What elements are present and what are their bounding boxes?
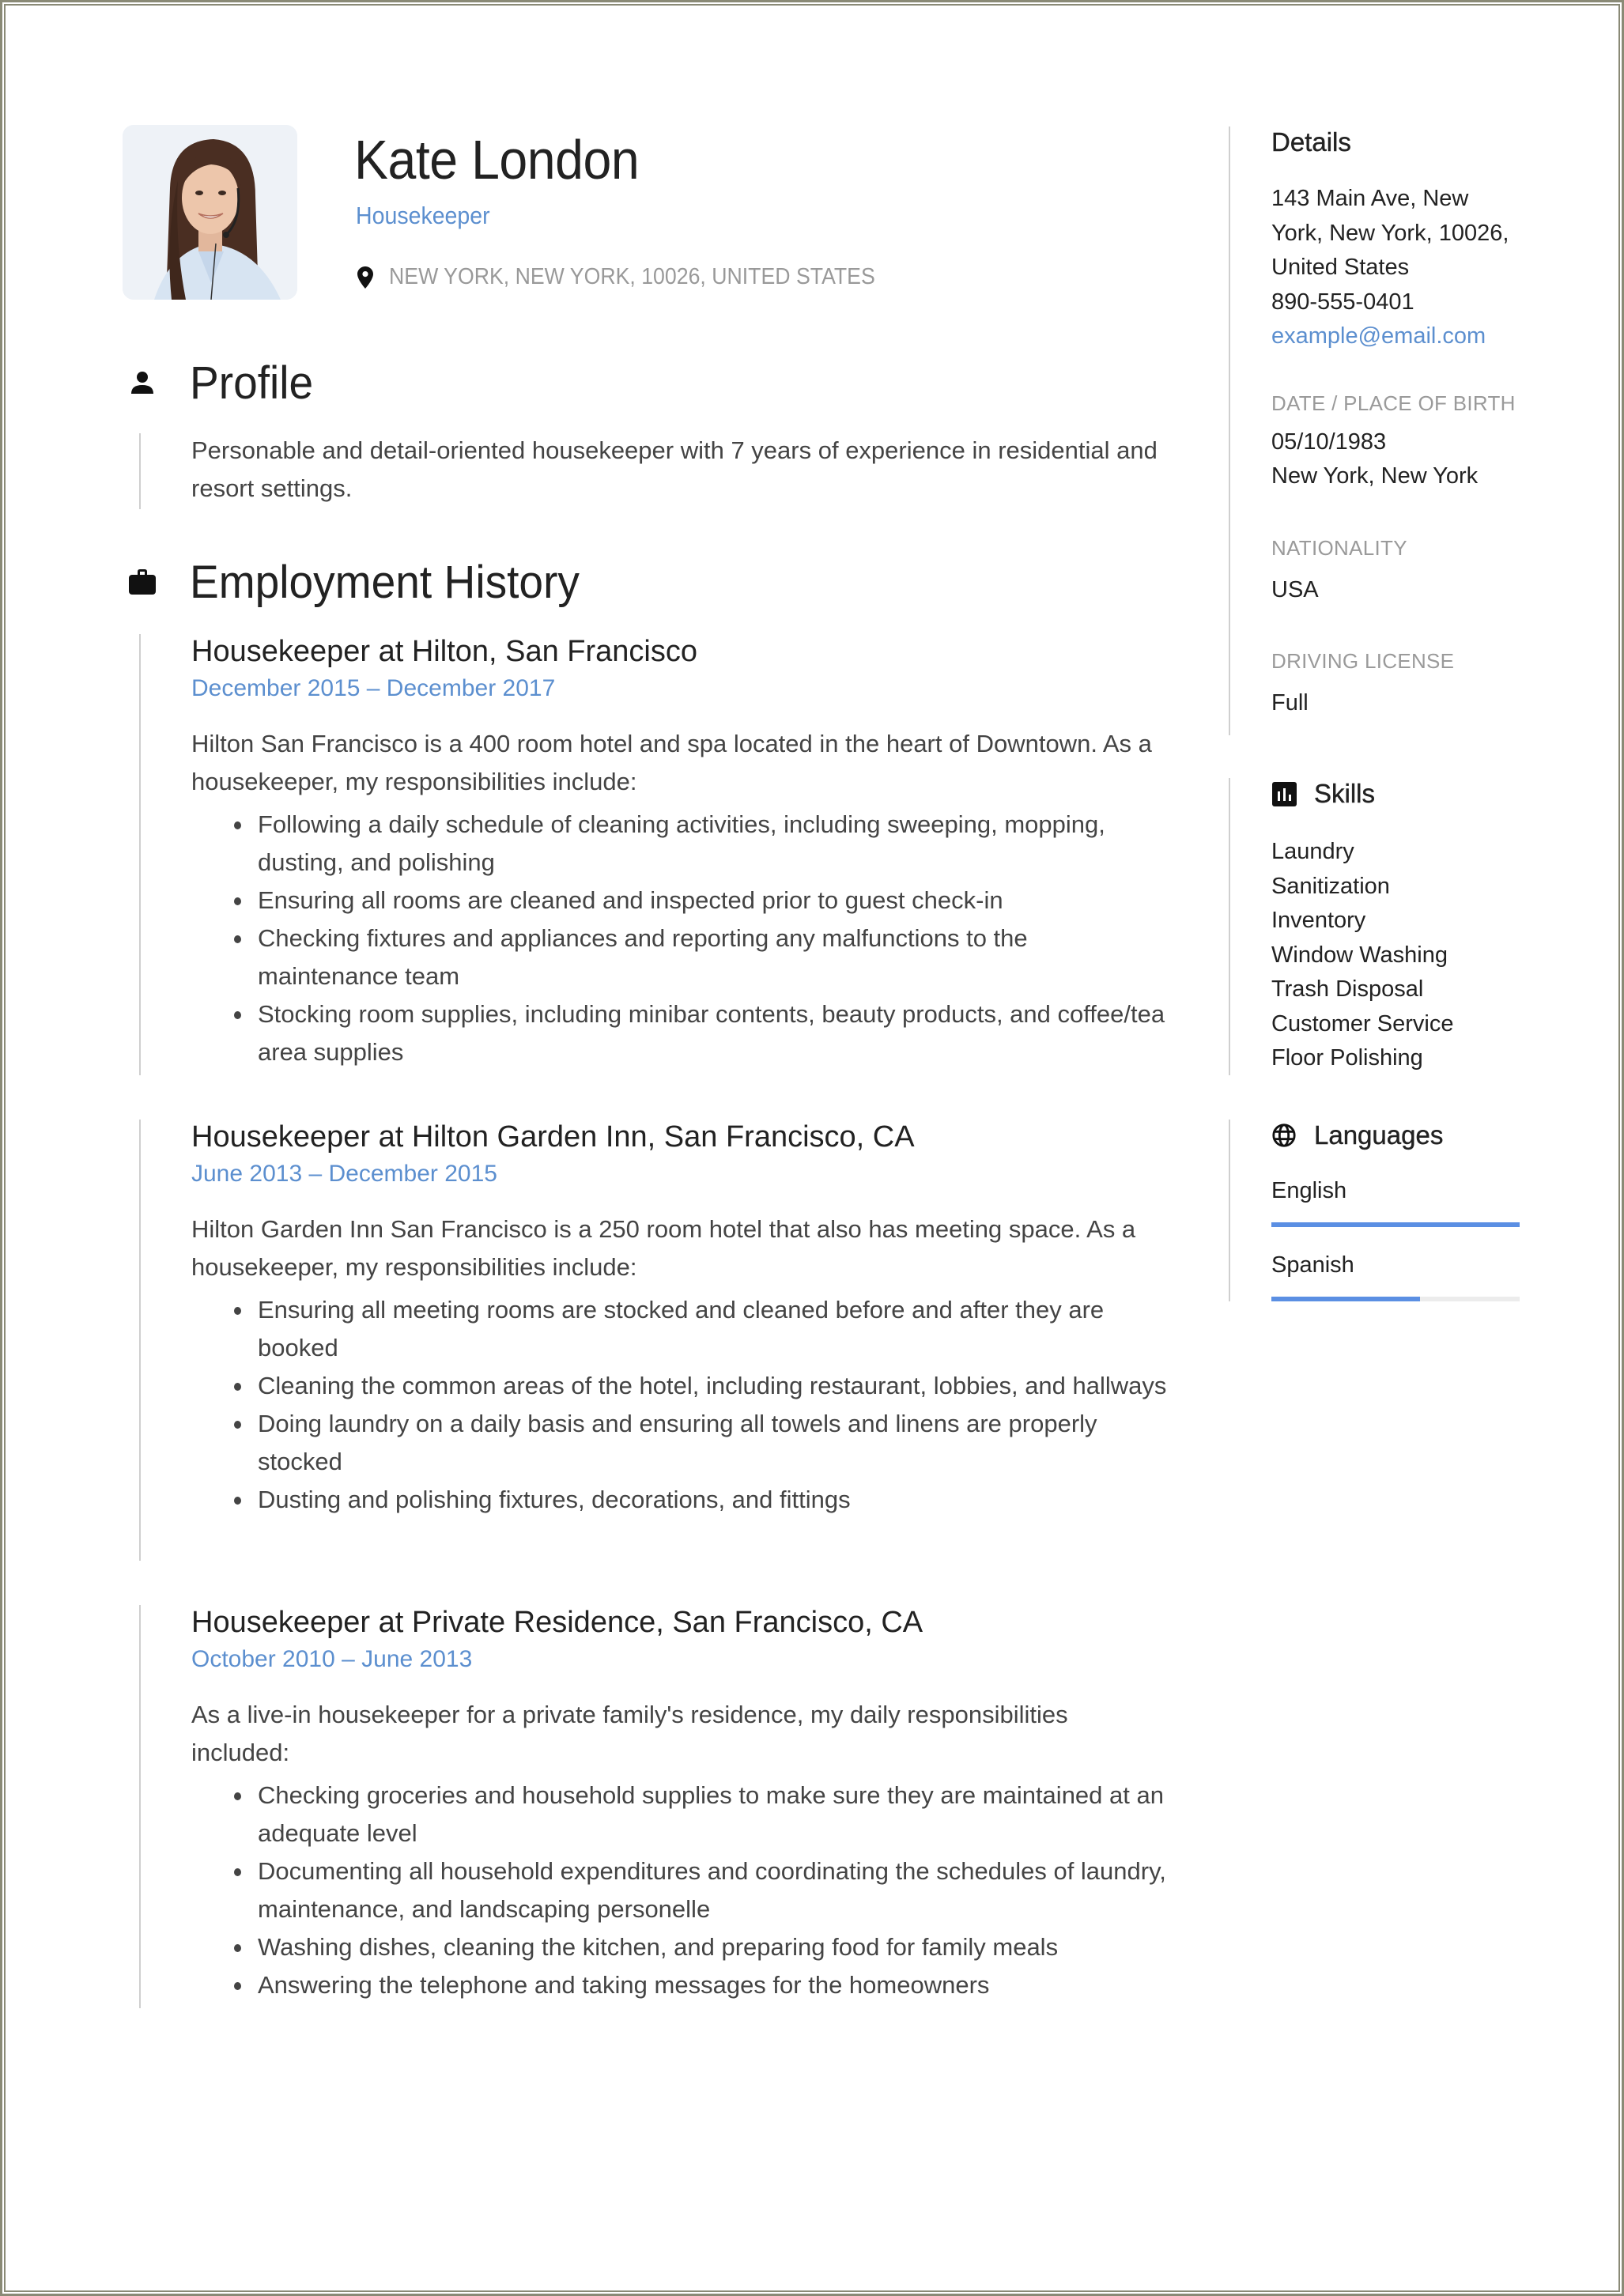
- skill-item: Laundry: [1271, 839, 1354, 864]
- person-icon: [127, 367, 158, 398]
- responsibility-item: Washing dishes, cleaning the kitchen, an…: [234, 1928, 1172, 1966]
- globe-icon: [1271, 1123, 1297, 1148]
- job-dates: December 2015 – December 2017: [191, 675, 556, 701]
- language-level-bar: [1271, 1297, 1520, 1301]
- birth-place: New York, New York: [1271, 463, 1479, 489]
- location-pin-icon: [357, 266, 373, 289]
- bar-chart-icon: [1271, 781, 1297, 806]
- job-description: Hilton San Francisco is a 400 room hotel…: [191, 730, 1152, 795]
- nationality-label: NATIONALITY: [1271, 535, 1407, 560]
- languages-heading: Languages: [1314, 1120, 1444, 1150]
- responsibility-item: Cleaning the common areas of the hotel, …: [234, 1367, 1172, 1405]
- job-entry: Housekeeper at Private Residence, San Fr…: [139, 1605, 1172, 2008]
- location-text: NEW YORK, NEW YORK, 10026, UNITED STATES: [389, 264, 875, 289]
- job-entry: Housekeeper at Hilton, San Francisco Dec…: [139, 634, 1172, 1075]
- skill-item: Window Washing: [1271, 942, 1448, 968]
- profile-heading-row: Profile: [127, 357, 313, 409]
- skills-heading: Skills: [1314, 779, 1376, 808]
- avatar-photo: [123, 125, 297, 300]
- language-level-fill: [1271, 1297, 1421, 1301]
- language-item: Spanish: [1271, 1249, 1532, 1301]
- phone-number: 890-555-0401: [1271, 289, 1414, 315]
- job-title: Housekeeper at Hilton, San Francisco: [191, 635, 697, 668]
- skills-panel: Skills Laundry Sanitization Inventory Wi…: [1229, 778, 1532, 1075]
- briefcase-icon: [127, 566, 158, 598]
- job-title: Housekeeper at Private Residence, San Fr…: [191, 1606, 923, 1639]
- job-description: Hilton Garden Inn San Francisco is a 250…: [191, 1215, 1136, 1281]
- language-item: English: [1271, 1175, 1532, 1227]
- job-responsibilities: Following a daily schedule of cleaning a…: [191, 806, 1172, 1071]
- candidate-name: Kate London: [354, 129, 640, 191]
- avatar: [123, 125, 297, 300]
- job-title: Housekeeper at Hilton Garden Inn, San Fr…: [191, 1120, 915, 1154]
- address-line: York, New York, 10026,: [1271, 220, 1509, 246]
- skill-item: Floor Polishing: [1271, 1045, 1423, 1071]
- profile-summary: Personable and detail-oriented housekeep…: [191, 436, 1158, 502]
- skill-item: Sanitization: [1271, 873, 1390, 899]
- responsibility-item: Answering the telephone and taking messa…: [234, 1966, 1172, 2004]
- details-panel: Details 143 Main Ave, New York, New York…: [1229, 127, 1532, 735]
- languages-heading-row: Languages: [1271, 1120, 1532, 1151]
- job-responsibilities: Checking groceries and household supplie…: [191, 1777, 1172, 2004]
- email-link[interactable]: example@email.com: [1271, 319, 1532, 354]
- skill-item: Inventory: [1271, 908, 1366, 933]
- job-description: As a live-in housekeeper for a private f…: [191, 1701, 1068, 1766]
- address-line: 143 Main Ave, New: [1271, 186, 1469, 211]
- skills-list: Laundry Sanitization Inventory Window Wa…: [1271, 835, 1532, 1076]
- skill-item: Customer Service: [1271, 1010, 1454, 1037]
- skills-heading-row: Skills: [1271, 778, 1532, 810]
- language-name: English: [1271, 1178, 1347, 1203]
- birth-date: 05/10/1983: [1271, 429, 1387, 455]
- responsibility-item: Stocking room supplies, including miniba…: [234, 995, 1172, 1071]
- language-level-bar: [1271, 1222, 1520, 1227]
- languages-panel: Languages English Spanish: [1229, 1120, 1532, 1301]
- candidate-location: NEW YORK, NEW YORK, 10026, UNITED STATES: [357, 264, 917, 290]
- responsibility-item: Ensuring all rooms are cleaned and inspe…: [234, 882, 1172, 920]
- job-responsibilities: Ensuring all meeting rooms are stocked a…: [191, 1291, 1172, 1519]
- responsibility-item: Ensuring all meeting rooms are stocked a…: [234, 1291, 1172, 1367]
- address-line: United States: [1271, 255, 1410, 280]
- nationality-value: USA: [1271, 576, 1319, 602]
- profile-heading: Profile: [190, 357, 314, 409]
- details-heading: Details: [1271, 127, 1351, 157]
- license-label: DRIVING LICENSE: [1271, 649, 1455, 673]
- employment-heading-row: Employment History: [127, 557, 580, 608]
- profile-block: Personable and detail-oriented housekeep…: [139, 433, 1172, 509]
- responsibility-item: Dusting and polishing fixtures, decorati…: [234, 1481, 1172, 1519]
- license-value: Full: [1271, 690, 1309, 716]
- job-entry: Housekeeper at Hilton Garden Inn, San Fr…: [139, 1120, 1172, 1561]
- responsibility-item: Checking groceries and household supplie…: [234, 1777, 1172, 1852]
- responsibility-item: Doing laundry on a daily basis and ensur…: [234, 1405, 1172, 1481]
- responsibility-item: Documenting all household expenditures a…: [234, 1852, 1172, 1928]
- responsibility-item: Checking fixtures and appliances and rep…: [234, 920, 1172, 995]
- candidate-job-title: Housekeeper: [356, 202, 490, 229]
- responsibility-item: Following a daily schedule of cleaning a…: [234, 806, 1172, 882]
- job-dates: October 2010 – June 2013: [191, 1646, 473, 1672]
- skill-item: Trash Disposal: [1271, 976, 1424, 1002]
- language-level-fill: [1271, 1222, 1520, 1227]
- birth-label: DATE / PLACE OF BIRTH: [1271, 391, 1516, 415]
- job-dates: June 2013 – December 2015: [191, 1161, 497, 1187]
- employment-heading: Employment History: [190, 556, 580, 608]
- language-name: Spanish: [1271, 1252, 1354, 1278]
